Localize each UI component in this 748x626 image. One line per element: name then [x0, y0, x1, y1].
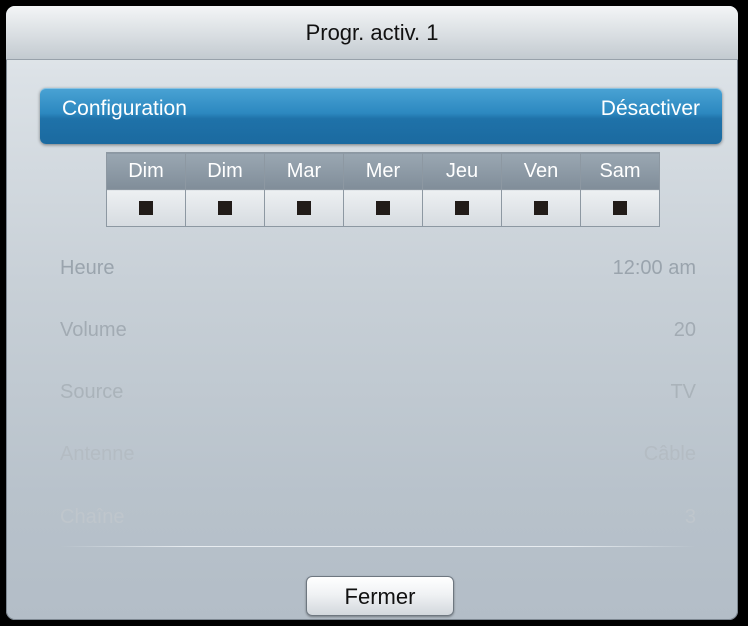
day-checkbox-cell[interactable] — [264, 189, 344, 227]
antenne-field[interactable]: Antenne Câble — [60, 439, 696, 469]
day-header: Dim — [185, 152, 265, 190]
day-checkbox[interactable] — [613, 200, 627, 215]
day-header-row: Dim Dim Mar Mer Jeu Ven Sam — [106, 152, 660, 190]
source-field[interactable]: Source TV — [60, 377, 696, 407]
day-checkbox[interactable] — [455, 200, 469, 215]
day-checkbox[interactable] — [297, 200, 311, 215]
day-header: Ven — [501, 152, 581, 190]
day-checkbox[interactable] — [139, 200, 153, 215]
volume-value: 20 — [673, 319, 696, 341]
day-checkbox-row — [106, 189, 660, 227]
divider — [60, 546, 696, 547]
day-header: Jeu — [422, 152, 502, 190]
day-header: Sam — [580, 152, 660, 190]
day-checkbox-cell[interactable] — [501, 189, 581, 227]
day-checkbox-cell[interactable] — [343, 189, 423, 227]
day-checkbox-cell[interactable] — [185, 189, 265, 227]
day-checkbox-cell[interactable] — [580, 189, 660, 227]
day-checkbox[interactable] — [534, 200, 548, 215]
day-checkbox[interactable] — [218, 200, 232, 215]
source-label: Source — [60, 381, 124, 403]
chaine-field[interactable]: Chaîne 3 — [60, 502, 696, 532]
timer-dialog: Progr. activ. 1 Configuration Désactiver… — [6, 6, 738, 620]
source-value: TV — [670, 381, 696, 403]
close-button[interactable]: Fermer — [306, 576, 454, 616]
dialog-title-bar: Progr. activ. 1 — [6, 6, 738, 60]
configuration-label: Configuration — [62, 97, 187, 120]
day-checkbox-cell[interactable] — [106, 189, 186, 227]
dialog-title: Progr. activ. 1 — [305, 20, 439, 45]
heure-value: 12:00 am — [612, 257, 696, 279]
chaine-value: 3 — [684, 506, 696, 528]
volume-label: Volume — [60, 319, 127, 341]
antenne-value: Câble — [643, 443, 696, 465]
heure-field[interactable]: Heure 12:00 am — [60, 253, 696, 283]
day-checkbox-cell[interactable] — [422, 189, 502, 227]
day-header: Mer — [343, 152, 423, 190]
antenne-label: Antenne — [60, 443, 135, 465]
chaine-label: Chaîne — [60, 506, 125, 528]
day-header: Mar — [264, 152, 344, 190]
day-header: Dim — [106, 152, 186, 190]
configuration-value: Désactiver — [600, 97, 700, 120]
day-selector: Dim Dim Mar Mer Jeu Ven Sam — [106, 152, 660, 227]
heure-label: Heure — [60, 257, 115, 279]
volume-field[interactable]: Volume 20 — [60, 315, 696, 345]
configuration-row[interactable]: Configuration Désactiver — [40, 88, 722, 144]
day-checkbox[interactable] — [376, 200, 390, 215]
